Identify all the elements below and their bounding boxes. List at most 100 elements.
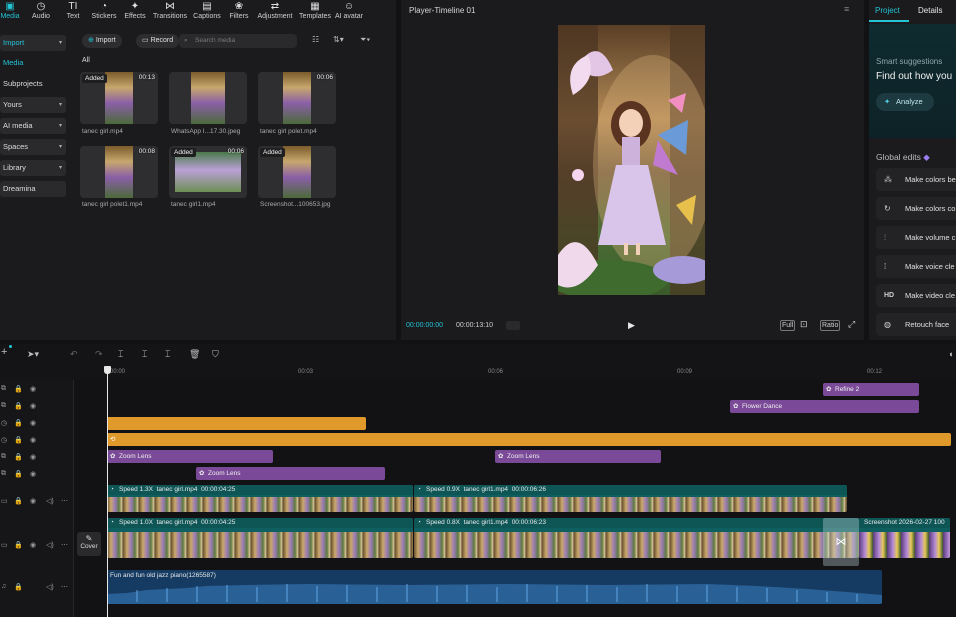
list-view-icon[interactable]: ☷	[312, 35, 319, 44]
sidebar-item-ai-media[interactable]: AI media ▾	[0, 118, 66, 134]
edit-volume[interactable]: ⫶ Make volume c	[876, 226, 956, 249]
image-clip-screenshot[interactable]: Screenshot 2026-02-27 100	[859, 518, 950, 558]
tab-stickers[interactable]: ◔ Stickers	[90, 0, 118, 24]
tab-details[interactable]: Details	[918, 6, 942, 15]
filter-icon[interactable]: ⏷▾	[360, 35, 370, 45]
effect-clip-zoom-lens-2[interactable]: ✿ Zoom Lens	[495, 450, 661, 463]
sidebar-item-dreamina[interactable]: Dreamina	[0, 181, 66, 197]
video-clip-overlay-a[interactable]: ◔ Speed 1.3X tanec girl.mp4 00:00:04:25	[107, 485, 413, 512]
sidebar-item-library[interactable]: Library ▾	[0, 160, 66, 176]
tab-filters[interactable]: ❀ Filters	[228, 0, 250, 24]
lock-icon[interactable]: 🔒	[14, 419, 23, 427]
lock-icon[interactable]: 🔒	[14, 385, 23, 393]
play-icon[interactable]: ▶	[628, 320, 635, 331]
mic-icon[interactable]: ◖	[948, 349, 953, 359]
video-clip-overlay-b[interactable]: ◔ Speed 0.9X tanec girl1.mp4 00:00:06:26	[414, 485, 847, 512]
full-quality-button[interactable]: Full	[780, 320, 796, 331]
tab-templates[interactable]: ▦ Templates	[298, 0, 332, 24]
tab-captions[interactable]: ▤ Captions	[192, 0, 222, 24]
tab-adjustment[interactable]: ⇄ Adjustment	[256, 0, 294, 24]
tab-ai-avatar[interactable]: ☺ AI avatar	[334, 0, 364, 24]
shield-icon[interactable]: ⛉	[212, 349, 219, 360]
ratio-button[interactable]: Ratio	[820, 320, 841, 331]
speaker-icon[interactable]: ◁)	[46, 541, 54, 549]
delete-icon[interactable]: 🗑	[189, 349, 200, 360]
text-clip-2[interactable]: ⟲	[107, 433, 951, 446]
eye-icon[interactable]: ◉	[30, 419, 36, 427]
edit-video-clear[interactable]: HD Make video cle	[876, 284, 956, 307]
menu-icon[interactable]: ≡	[844, 4, 849, 14]
edit-voice-clear[interactable]: ⁞ Make voice cle	[876, 255, 956, 278]
add-track-icon[interactable]: +	[1, 346, 7, 358]
lock-icon[interactable]: 🔒	[14, 497, 23, 505]
effect-clip-refine[interactable]: ✿ Refine 2	[823, 383, 919, 396]
eye-icon[interactable]: ◉	[30, 453, 36, 461]
eye-icon[interactable]: ◉	[30, 385, 36, 393]
edit-colors-consistent[interactable]: ↻ Make colors co	[876, 197, 956, 220]
split-right-icon[interactable]: ⌶	[165, 349, 170, 360]
lock-icon[interactable]: 🔒	[14, 436, 23, 444]
tab-audio[interactable]: ◷ Audio	[28, 0, 54, 24]
media-thumb-5[interactable]: Added 00:06	[169, 146, 247, 198]
lock-icon[interactable]: 🔒	[14, 583, 23, 591]
transition-block[interactable]: ⋈	[823, 518, 859, 566]
lock-icon[interactable]: 🔒	[14, 453, 23, 461]
effect-clip-zoom-lens-3[interactable]: ✿ Zoom Lens	[196, 467, 385, 480]
speaker-icon[interactable]: ◁)	[46, 583, 54, 591]
effect-clip-zoom-lens-1[interactable]: ✿ Zoom Lens	[107, 450, 273, 463]
media-thumb-4[interactable]: 00:08	[80, 146, 158, 198]
edit-retouch-face[interactable]: ◍ Retouch face	[876, 313, 956, 336]
sidebar-item-yours[interactable]: Yours ▾	[0, 97, 66, 113]
analyze-button[interactable]: ✦ Analyze	[876, 93, 934, 111]
lock-icon[interactable]: 🔒	[14, 470, 23, 478]
playhead-handle[interactable]	[104, 366, 111, 374]
sidebar-item-spaces[interactable]: Spaces ▾	[0, 139, 66, 155]
undo-icon[interactable]: ↶	[70, 349, 78, 360]
edit-colors-better[interactable]: ⁂ Make colors be	[876, 168, 956, 191]
cover-button[interactable]: ✎ Cover	[77, 532, 101, 556]
sidebar-item-media[interactable]: Media	[0, 55, 66, 71]
tab-text[interactable]: TI Text	[62, 0, 84, 24]
split-icon[interactable]: ⌶	[118, 349, 123, 360]
lock-icon[interactable]: 🔒	[14, 541, 23, 549]
eye-icon[interactable]: ◉	[30, 497, 36, 505]
eye-icon[interactable]: ◉	[30, 541, 36, 549]
tab-effects[interactable]: ✦ Effects	[122, 0, 148, 24]
speaker-icon[interactable]: ◁)	[46, 497, 54, 505]
import-button[interactable]: ⊕ Import	[82, 34, 122, 48]
zoom-fit-icon[interactable]: ⊡	[800, 319, 808, 330]
sidebar-item-import[interactable]: Import ▾	[0, 35, 66, 51]
media-thumb-6[interactable]: Added	[258, 146, 336, 198]
tab-transitions[interactable]: ⋈ Transitions	[152, 0, 188, 24]
eye-icon[interactable]: ◉	[30, 436, 36, 444]
video-clip-main-b[interactable]: ◔ Speed 0.8X tanec girl1.mp4 00:00:06:23	[414, 518, 859, 558]
video-preview[interactable]	[558, 25, 705, 295]
fullscreen-icon[interactable]: ⤢	[848, 319, 855, 330]
sort-icon[interactable]: ⇅▾	[333, 35, 344, 44]
more-icon[interactable]: ⋯	[61, 583, 68, 591]
filter-all-label[interactable]: All	[82, 57, 90, 64]
effect-clip-flower-dance[interactable]: ✿ Flower Dance	[730, 400, 919, 413]
media-thumb-3[interactable]: 00:06	[258, 72, 336, 124]
search-input[interactable]: ⌕ Search media	[179, 34, 297, 48]
eye-icon[interactable]: ◉	[30, 402, 36, 410]
more-icon[interactable]: ⋯	[61, 541, 68, 549]
playhead[interactable]	[107, 366, 108, 617]
tab-media[interactable]: ▣ Media	[0, 0, 20, 24]
media-thumb-1[interactable]: Added 00:13	[80, 72, 158, 124]
timeline-ruler[interactable]: 00:00 00:03 00:06 00:09 00:12	[0, 366, 956, 380]
audio-clip[interactable]: Fun and fun old jazz piano(1265587)	[107, 570, 882, 604]
more-icon[interactable]: ⋯	[61, 497, 68, 505]
text-clip-1[interactable]	[107, 417, 366, 430]
lock-icon[interactable]: 🔒	[14, 402, 23, 410]
eye-icon[interactable]: ◉	[30, 470, 36, 478]
select-tool-icon[interactable]: ➤▾	[27, 349, 39, 360]
sidebar-item-subprojects[interactable]: Subprojects	[0, 76, 66, 92]
tab-project[interactable]: Project	[875, 6, 900, 15]
waveform-toggle[interactable]	[506, 321, 520, 330]
media-thumb-2[interactable]	[169, 72, 247, 124]
redo-icon[interactable]: ↷	[95, 349, 103, 360]
record-button[interactable]: ▭ Record	[136, 34, 180, 48]
video-clip-main-a[interactable]: ◔ Speed 1.0X tanec girl.mp4 00:00:04:25	[107, 518, 413, 558]
split-left-icon[interactable]: ⌶	[142, 349, 147, 360]
